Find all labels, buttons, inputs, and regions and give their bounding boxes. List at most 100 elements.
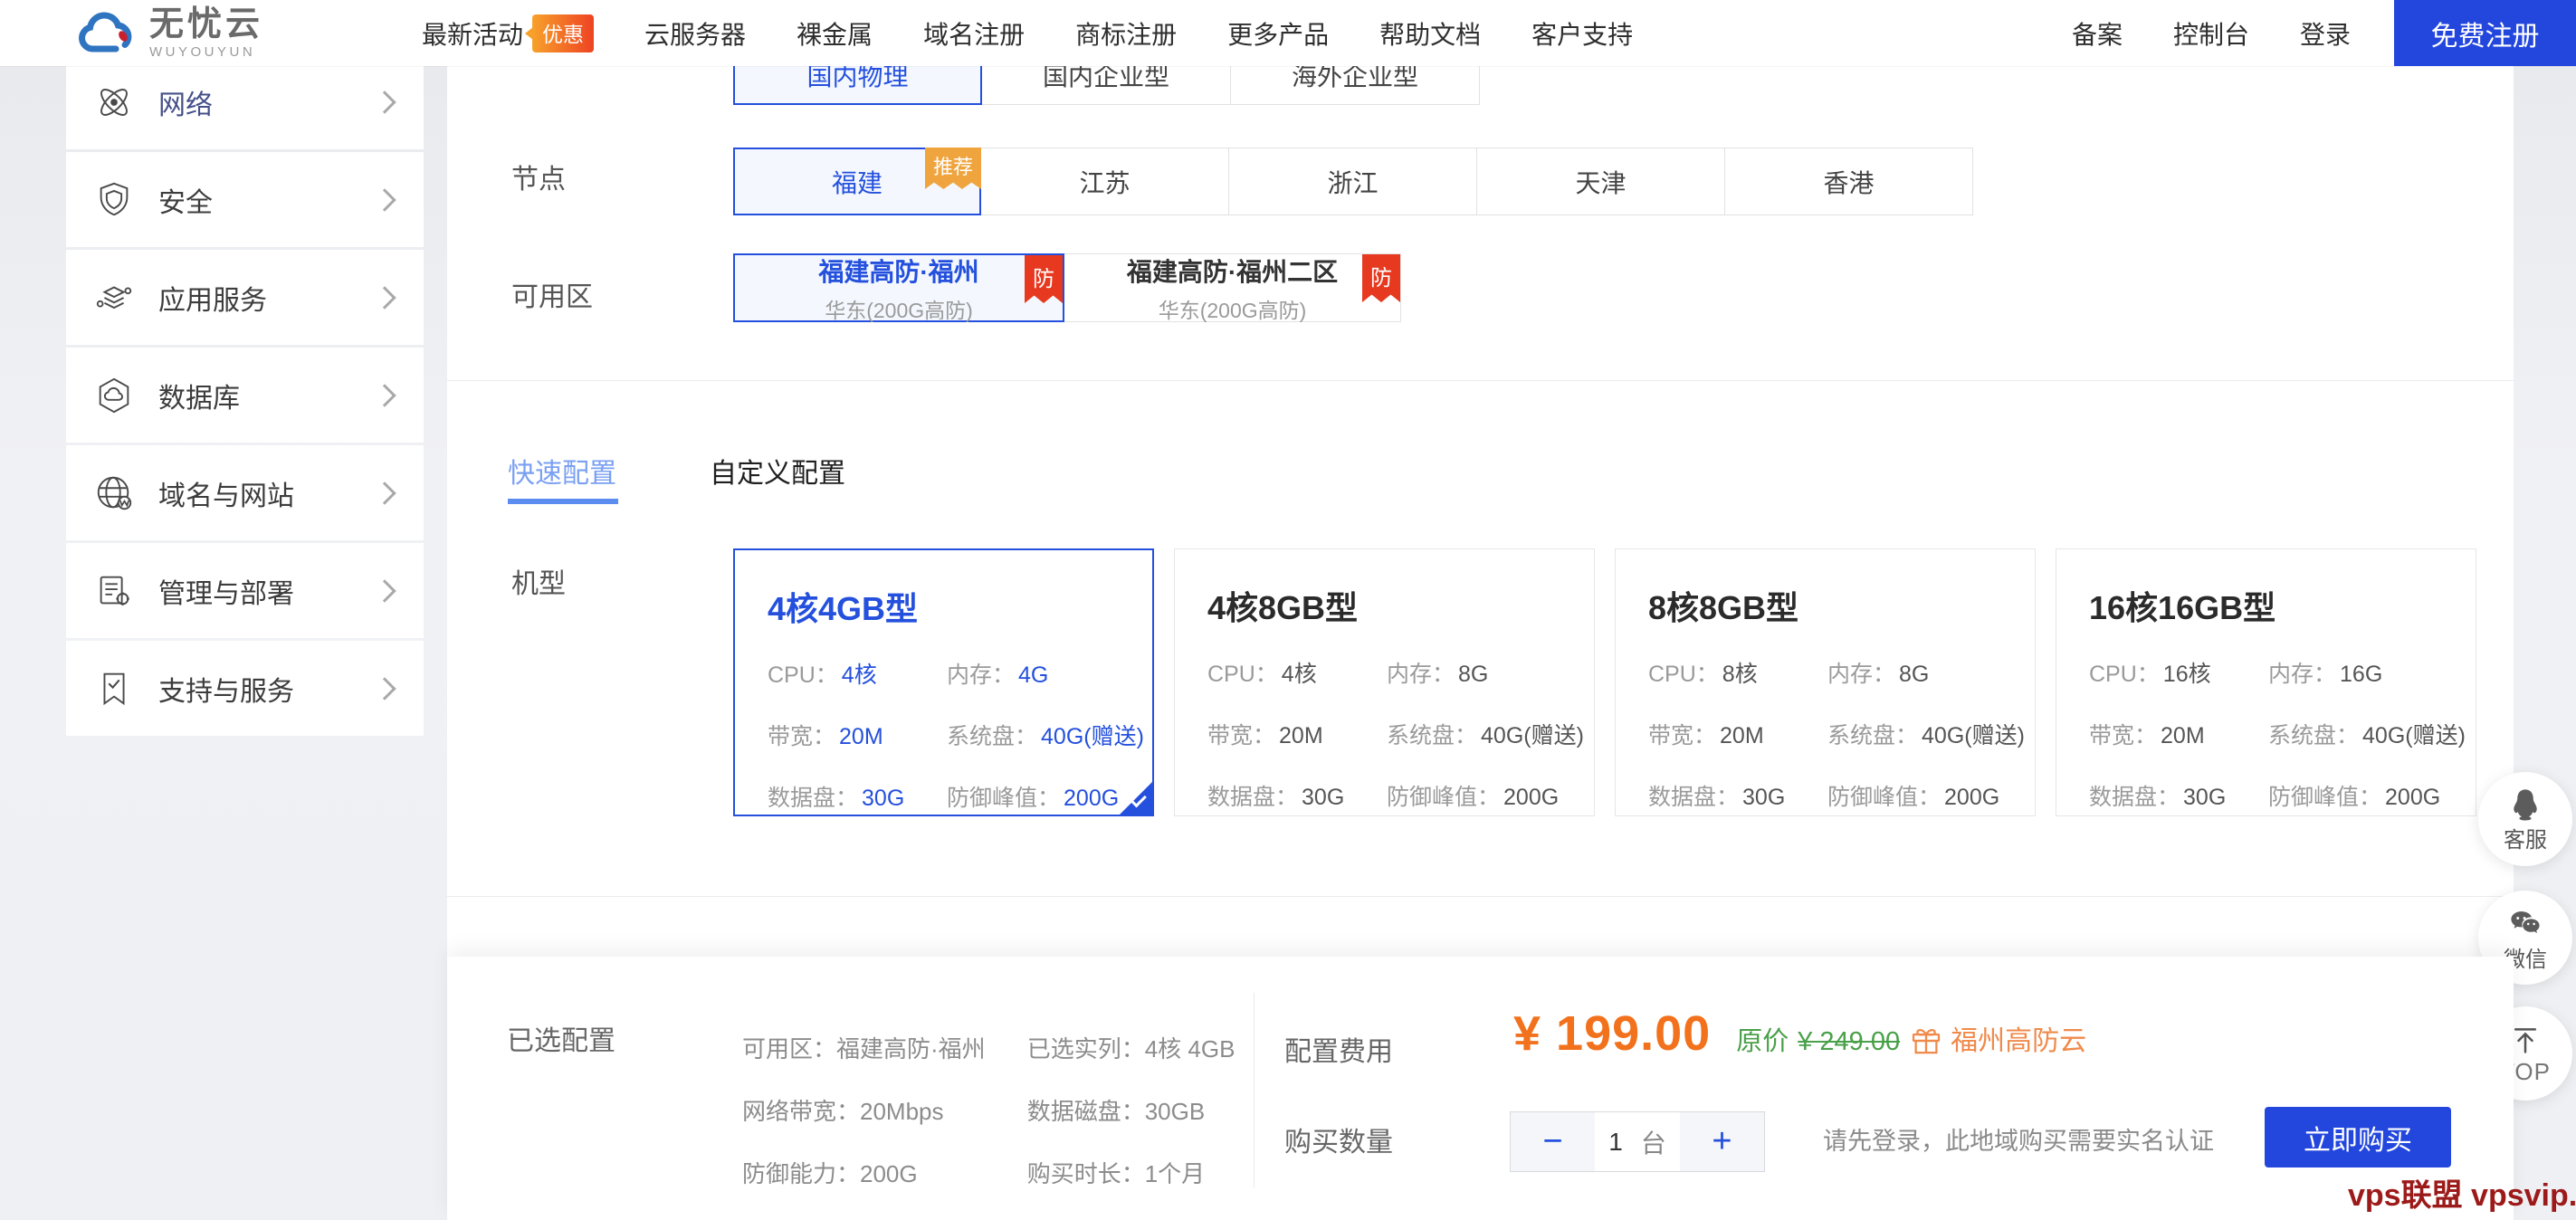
sidebar-item-security[interactable]: 安全 xyxy=(66,152,424,247)
nav-item-bare-metal[interactable]: 裸金属 xyxy=(797,15,873,52)
machine-specs: CPU： 4核 内存： 8G 带宽： 20M 系统盘： 40G(赠送) 数据盘： 30G … xyxy=(1207,656,1594,812)
nav-item-customer-support[interactable]: 客户支持 xyxy=(1531,15,1633,52)
node-option-jiangsu[interactable]: 江苏 xyxy=(981,148,1229,215)
spec-value: 40G(赠送) xyxy=(1922,723,2025,748)
fee-label: 配置费用 xyxy=(1284,1037,1393,1067)
register-button[interactable]: 免费注册 xyxy=(2394,0,2576,66)
spec-label: 带宽： xyxy=(1207,723,1276,748)
zone-row-label: 可用区 xyxy=(511,282,593,312)
node-option-zhejiang[interactable]: 浙江 xyxy=(1229,148,1477,215)
zone-subtitle: 华东(200G高防) xyxy=(1158,298,1307,322)
node-label: 天津 xyxy=(1575,168,1627,197)
sidebar-item-app-services[interactable]: 应用服务 xyxy=(66,250,424,345)
qq-service-icon xyxy=(2514,788,2537,820)
sidebar-item-manage-deploy[interactable]: 管理与部署 xyxy=(66,543,424,638)
spec-label: CPU： xyxy=(2089,662,2160,687)
node-option-hongkong[interactable]: 香港 xyxy=(1725,148,1973,215)
quantity-plus-button[interactable]: + xyxy=(1680,1111,1765,1172)
spec-label: 防御峰值： xyxy=(2268,785,2382,810)
machine-card-16c16g[interactable]: 16核16GB型 CPU： 16核 内存： 16G 带宽： 20M 系统盘： 40G(赠… xyxy=(2056,548,2476,816)
nav-item-cloud-server[interactable]: 云服务器 xyxy=(644,15,746,52)
spec-value: 4核 xyxy=(1281,662,1317,687)
zone-option-fuzhou-2[interactable]: 福建高防·福州二区 华东(200G高防) 防 xyxy=(1064,253,1401,322)
original-price-label: 原价 xyxy=(1736,1027,1789,1056)
sidebar-item-database[interactable]: 数据库 xyxy=(66,348,424,443)
node-option-tianjin[interactable]: 天津 xyxy=(1477,148,1725,215)
spec-label: 系统盘： xyxy=(1827,723,1919,748)
spec-value: 40G(赠送) xyxy=(1481,723,1584,748)
machine-card-4c8g[interactable]: 4核8GB型 CPU： 4核 内存： 8G 带宽： 20M 系统盘： 40G(赠送) 数… xyxy=(1174,548,1595,816)
quantity-display[interactable]: 1 台 xyxy=(1595,1111,1680,1172)
nav-link-login[interactable]: 登录 xyxy=(2300,15,2351,52)
quantity-minus-button[interactable]: − xyxy=(1510,1111,1595,1172)
database-icon xyxy=(99,377,129,413)
machine-title: 4核8GB型 xyxy=(1207,589,1359,626)
spec-value: 8核 xyxy=(1722,662,1758,687)
logo[interactable]: 无忧云 WUYOUYUN xyxy=(77,7,263,59)
spec-label: 内存： xyxy=(2268,662,2337,687)
discount-badge: 优惠 xyxy=(525,14,595,52)
nav-item-activities[interactable]: 最新活动 优惠 xyxy=(422,14,595,52)
float-service-button[interactable]: 客服 xyxy=(2478,772,2572,866)
spec-label: 带宽： xyxy=(1648,723,1717,748)
spec-value: 200G xyxy=(2385,785,2441,810)
nav-item-label: 域名注册 xyxy=(923,20,1026,49)
spec-value: 20M xyxy=(839,724,883,749)
sidebar-item-label: 支持与服务 xyxy=(158,676,294,707)
spec-value: 8G xyxy=(1899,662,1930,687)
chevron-right-icon xyxy=(373,383,396,407)
buy-now-button[interactable]: 立即购买 xyxy=(2265,1107,2451,1168)
zone-subtitle: 华东(200G高防) xyxy=(825,298,973,322)
spec-label: 防御峰值： xyxy=(1827,785,1942,810)
recommend-badge: 推荐 xyxy=(924,148,981,189)
chevron-right-icon xyxy=(373,578,396,603)
defense-badge: 防 xyxy=(1362,254,1400,302)
node-row-label: 节点 xyxy=(511,165,566,195)
sidebar-item-label: 应用服务 xyxy=(158,285,267,316)
summary-row: 可用区：福建高防·福州 xyxy=(742,1031,986,1064)
nav-item-label: 帮助文档 xyxy=(1379,20,1482,49)
nav-item-domain-register[interactable]: 域名注册 xyxy=(923,15,1025,52)
summary-value: 1个月 xyxy=(1144,1160,1206,1187)
sidebar-item-domain-website[interactable]: 域名与网站 xyxy=(66,445,424,540)
nav-item-trademark[interactable]: 商标注册 xyxy=(1075,15,1177,52)
spec-label: 系统盘： xyxy=(1387,723,1478,748)
login-required-note: 请先登录，此地域购买需要实名认证 xyxy=(1823,1128,2214,1155)
sidebar-item-label: 管理与部署 xyxy=(158,578,294,609)
config-tabs: 快速配置 自定义配置 xyxy=(508,451,845,491)
chevron-right-icon xyxy=(373,187,396,212)
node-option-fujian[interactable]: 福建 推荐 xyxy=(733,148,981,215)
machine-card-4c4g[interactable]: 4核4GB型 CPU： 4核 内存： 4G 带宽： 20M 系统盘： 40G(赠送) 数… xyxy=(733,548,1154,816)
spec-label: 数据盘： xyxy=(1207,785,1299,810)
nav-link-console[interactable]: 控制台 xyxy=(2173,15,2249,52)
top-nav: 无忧云 WUYOUYUN 最新活动 优惠 云服务器 裸金属 域名注册 商标注册 … xyxy=(0,0,2576,66)
spec-value: 200G xyxy=(1064,786,1120,811)
quantity-label: 购买数量 xyxy=(1284,1128,1393,1158)
zone-options: 福建高防·福州 华东(200G高防) 防 福建高防·福州二区 华东(200G高防… xyxy=(733,253,1401,322)
machine-card-8c8g[interactable]: 8核8GB型 CPU： 8核 内存： 8G 带宽： 20M 系统盘： 40G(赠送) 数… xyxy=(1615,548,2036,816)
tab-custom-config[interactable]: 自定义配置 xyxy=(710,451,845,491)
app-services-icon xyxy=(96,285,132,309)
nav-item-more-products[interactable]: 更多产品 xyxy=(1227,15,1329,52)
summary-row: 网络带宽：20Mbps xyxy=(742,1093,986,1127)
spec-label: 系统盘： xyxy=(947,724,1038,749)
spec-value: 4G xyxy=(1018,662,1049,688)
nav-item-label: 最新活动 xyxy=(422,20,524,49)
sidebar-item-network[interactable]: 网络 xyxy=(66,54,424,149)
nav-item-help-docs[interactable]: 帮助文档 xyxy=(1379,15,1481,52)
nav-item-label: 客户支持 xyxy=(1531,20,1634,49)
machine-row-label: 机型 xyxy=(511,569,566,599)
spec-label: 带宽： xyxy=(2089,723,2158,748)
nav-right: 备案 控制台 登录 xyxy=(2072,15,2351,52)
sidebar-item-support-service[interactable]: 支持与服务 xyxy=(66,641,424,736)
spec-label: 数据盘： xyxy=(2089,785,2180,810)
nav-link-beian[interactable]: 备案 xyxy=(2072,15,2123,52)
logo-title: 无忧云 xyxy=(149,5,264,43)
tab-quick-config[interactable]: 快速配置 xyxy=(508,451,616,491)
chevron-right-icon xyxy=(373,285,396,310)
zone-option-fuzhou[interactable]: 福建高防·福州 华东(200G高防) 防 xyxy=(733,253,1064,322)
summary-row: 已选实列：4核 4GB xyxy=(1027,1031,1236,1064)
quantity-value: 1 xyxy=(1608,1127,1623,1156)
spec-label: 内存： xyxy=(1387,662,1455,687)
spec-value: 20M xyxy=(1720,723,1764,748)
